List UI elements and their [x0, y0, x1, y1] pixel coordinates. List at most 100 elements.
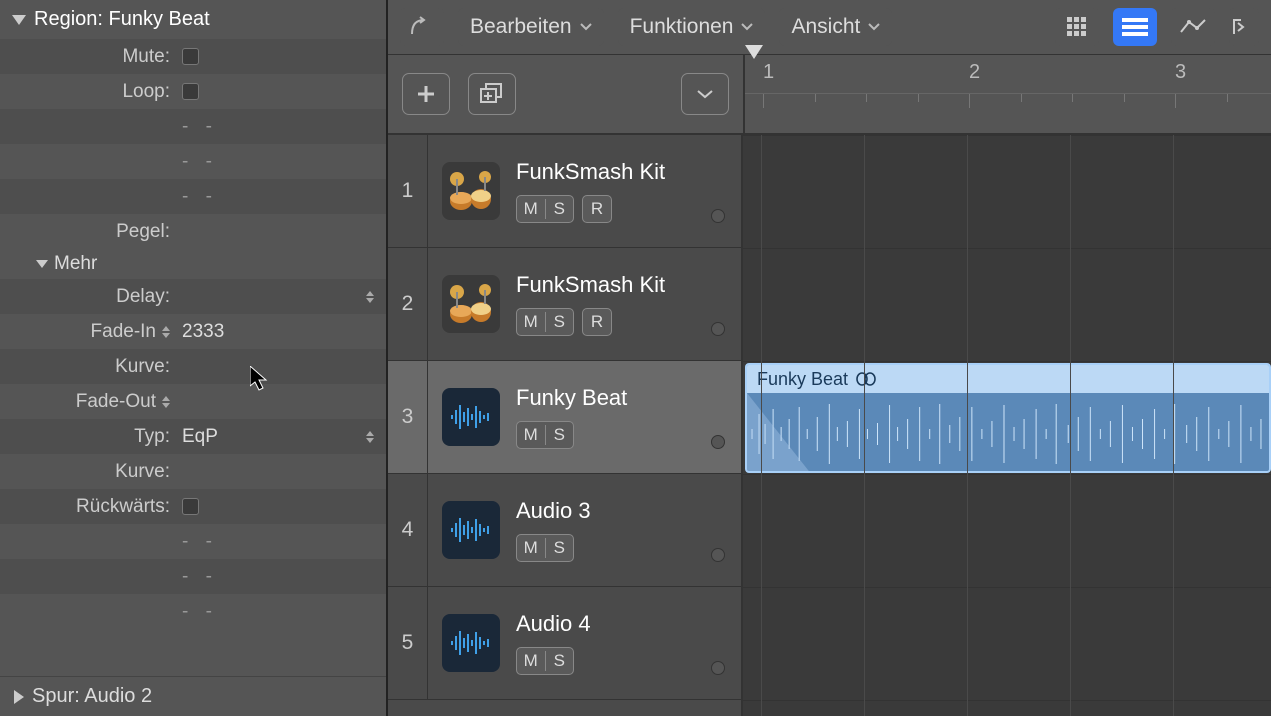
loop-icon — [856, 372, 876, 386]
empty-row: - - — [176, 151, 218, 173]
pegel-label: Pegel: — [0, 221, 176, 243]
mute-solo-button[interactable]: MS — [516, 195, 574, 223]
delay-selector-icon[interactable] — [366, 291, 374, 303]
track-color-dot[interactable] — [711, 548, 725, 562]
audio-region-funky-beat[interactable]: Funky Beat — [745, 363, 1271, 473]
fade-in-triangle[interactable] — [747, 393, 812, 473]
track-number: 2 — [388, 248, 428, 360]
automation-icon — [1180, 18, 1206, 36]
track-number: 4 — [388, 474, 428, 586]
region-header[interactable]: Region: Funky Beat — [0, 0, 386, 39]
ruckwarts-checkbox[interactable] — [182, 498, 199, 515]
flex-view-button[interactable] — [1229, 8, 1259, 46]
record-enable-button[interactable]: R — [582, 195, 612, 223]
mute-solo-button[interactable]: MS — [516, 647, 574, 675]
automation-view-button[interactable] — [1171, 8, 1215, 46]
track-row[interactable]: 5 Audio 4 MS — [388, 587, 741, 700]
spur-header[interactable]: Spur: Audio 2 — [0, 676, 386, 716]
arrange-grid[interactable]: Funky Beat — [743, 135, 1271, 716]
drums-icon — [447, 282, 495, 326]
region-title: Region: Funky Beat — [34, 8, 210, 31]
track-icon[interactable] — [442, 162, 500, 220]
global-tracks-button[interactable] — [681, 73, 729, 115]
catch-icon — [410, 16, 434, 38]
record-enable-button[interactable]: R — [582, 308, 612, 336]
kurve-label: Kurve: — [0, 356, 176, 378]
ruckwarts-label: Rückwärts: — [0, 496, 176, 518]
track-color-dot[interactable] — [711, 322, 725, 336]
track-number: 5 — [388, 587, 428, 699]
mute-solo-button[interactable]: MS — [516, 534, 574, 562]
duplicate-icon — [480, 83, 504, 105]
add-track-button[interactable] — [402, 73, 450, 115]
track-number: 3 — [388, 361, 428, 473]
ansicht-menu[interactable]: Ansicht — [779, 8, 892, 46]
funktionen-menu[interactable]: Funktionen — [618, 8, 766, 46]
fadeout-label: Fade-Out — [76, 391, 156, 413]
track-color-dot[interactable] — [711, 209, 725, 223]
timeline-ruler[interactable]: 12345 — [743, 55, 1271, 133]
track-name[interactable]: Audio 3 — [516, 498, 727, 524]
track-row[interactable]: 1 FunkSmash Kit MS R — [388, 135, 741, 248]
empty-row: - - — [176, 116, 218, 138]
list-view-button[interactable] — [1113, 8, 1157, 46]
drums-icon — [447, 169, 495, 213]
duplicate-track-button[interactable] — [468, 73, 516, 115]
track-name[interactable]: Funky Beat — [516, 385, 727, 411]
catch-playhead-button[interactable] — [400, 8, 444, 46]
typ-label: Typ: — [0, 426, 176, 448]
chevron-down-box-icon — [696, 87, 714, 101]
ruler-number: 3 — [1175, 61, 1186, 84]
track-icon[interactable] — [442, 501, 500, 559]
disclosure-down-icon — [12, 13, 26, 27]
typ-selector-icon[interactable] — [366, 431, 374, 443]
region-name: Funky Beat — [757, 369, 848, 390]
ruler-number: 1 — [763, 61, 774, 84]
delay-label: Delay: — [0, 286, 176, 308]
empty-row: - - — [176, 186, 218, 208]
bearbeiten-menu[interactable]: Bearbeiten — [458, 8, 604, 46]
grid-icon — [1066, 16, 1088, 38]
mute-solo-button[interactable]: MS — [516, 421, 574, 449]
track-row[interactable]: 2 FunkSmash Kit MS R — [388, 248, 741, 361]
track-color-dot[interactable] — [711, 435, 725, 449]
loop-label: Loop: — [0, 81, 176, 103]
kurve2-label: Kurve: — [0, 461, 176, 483]
chevron-down-icon — [868, 23, 880, 31]
track-name[interactable]: FunkSmash Kit — [516, 159, 727, 185]
track-name[interactable]: FunkSmash Kit — [516, 272, 727, 298]
track-icon[interactable] — [442, 275, 500, 333]
track-color-dot[interactable] — [711, 661, 725, 675]
mute-checkbox[interactable] — [182, 48, 199, 65]
track-row[interactable]: 3 Funky Beat MS — [388, 361, 741, 474]
track-row[interactable]: 4 Audio 3 MS — [388, 474, 741, 587]
flex-icon — [1233, 18, 1255, 36]
empty-row: - - — [176, 601, 218, 623]
track-icon[interactable] — [442, 388, 500, 446]
fadein-label: Fade-In — [91, 321, 156, 343]
track-icon[interactable] — [442, 614, 500, 672]
grid-view-button[interactable] — [1055, 8, 1099, 46]
disclosure-down-icon — [36, 258, 48, 270]
mute-solo-button[interactable]: MS — [516, 308, 574, 336]
track-name[interactable]: Audio 4 — [516, 611, 727, 637]
waveform-icon — [747, 399, 1269, 469]
track-headers: 1 FunkSmash Kit MS R 2 FunkSmash Kit MS R 3 Funky… — [388, 135, 743, 716]
mute-label: Mute: — [0, 46, 176, 68]
loop-checkbox[interactable] — [182, 83, 199, 100]
fadein-value[interactable]: 2333 — [176, 321, 224, 343]
track-number: 1 — [388, 135, 428, 247]
chevron-down-icon — [580, 23, 592, 31]
arrange-view: Bearbeiten Funktionen Ansicht 12345 1Fun… — [388, 0, 1271, 716]
second-toolbar: 12345 — [388, 55, 1271, 135]
waveform-icon — [449, 628, 493, 658]
toolbar: Bearbeiten Funktionen Ansicht — [388, 0, 1271, 55]
empty-row: - - — [176, 566, 218, 588]
fadein-selector-icon[interactable] — [162, 326, 170, 338]
fadeout-selector-icon[interactable] — [162, 396, 170, 408]
ruler-number: 2 — [969, 61, 980, 84]
empty-row: - - — [176, 531, 218, 553]
typ-value[interactable]: EqP — [176, 426, 218, 448]
waveform-icon — [449, 515, 493, 545]
mehr-header[interactable]: Mehr — [0, 249, 386, 279]
